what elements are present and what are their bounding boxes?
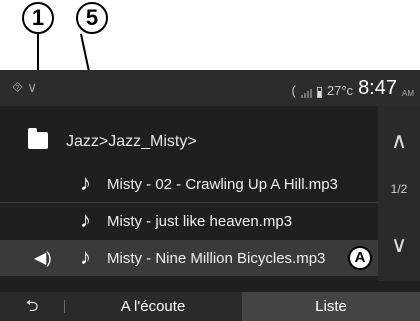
clock-ampm: AM [402,89,414,98]
bottom-bar: ⮌ A l'écoute Liste [0,292,420,321]
track-list: Jazz>Jazz_Misty> ♪ Misty - 02 - Crawling… [0,106,378,281]
breadcrumb: Jazz>Jazz_Misty> [66,133,197,150]
signal-icon [300,86,312,98]
usb-source-icon[interactable]: ⯑ ∨ [12,79,37,96]
status-bar: ⯑ ∨ ( 27°c 8:47 AM [0,70,420,106]
track-row[interactable]: ♪ Misty - 02 - Crawling Up A Hill.mp3 [0,166,378,202]
page-indicator: 1/2 [390,182,408,196]
track-row-playing[interactable]: ◀) ♪ Misty - Nine Million Bicycles.mp3 A [0,240,378,276]
battery-icon [316,87,322,98]
speaker-icon: ◀) [34,250,52,267]
tab-now-playing[interactable]: A l'écoute [65,292,241,321]
callout-1: 1 [22,2,54,34]
callout-a: A [348,246,372,270]
callout-1-leader [37,34,39,70]
back-arrow-icon: ⮌ [25,298,39,315]
music-note-icon: ♪ [80,170,91,195]
back-button[interactable]: ⮌ [0,292,64,321]
tab-list[interactable]: Liste [242,292,420,321]
music-note-icon: ♪ [80,244,91,269]
scroll-up-button[interactable]: ∧ [378,128,420,154]
track-title: Misty - 02 - Crawling Up A Hill.mp3 [107,176,338,193]
folder-up-row[interactable]: Jazz>Jazz_Misty> [0,124,378,160]
track-title: Misty - Nine Million Bicycles.mp3 [107,250,326,267]
media-screen: ⯑ ∨ ( 27°c 8:47 AM Jazz>Jazz_Misty> ♪ Mi… [0,70,420,321]
track-row[interactable]: ♪ Misty - just like heaven.mp3 [0,202,378,239]
scroll-column: ∧ 1/2 ∨ [378,106,420,281]
track-title: Misty - just like heaven.mp3 [107,213,293,230]
temperature: 27°c [326,83,354,98]
music-note-icon: ♪ [80,207,91,232]
folder-up-icon[interactable] [28,128,48,149]
callout-5: 5 [76,2,108,34]
phone-icon: ( [291,83,296,98]
status-right: ( 27°c 8:47 AM [292,78,414,98]
callout-overlay: 1 5 [0,0,420,93]
clock: 8:47 [358,77,397,99]
scroll-down-button[interactable]: ∨ [378,232,420,258]
